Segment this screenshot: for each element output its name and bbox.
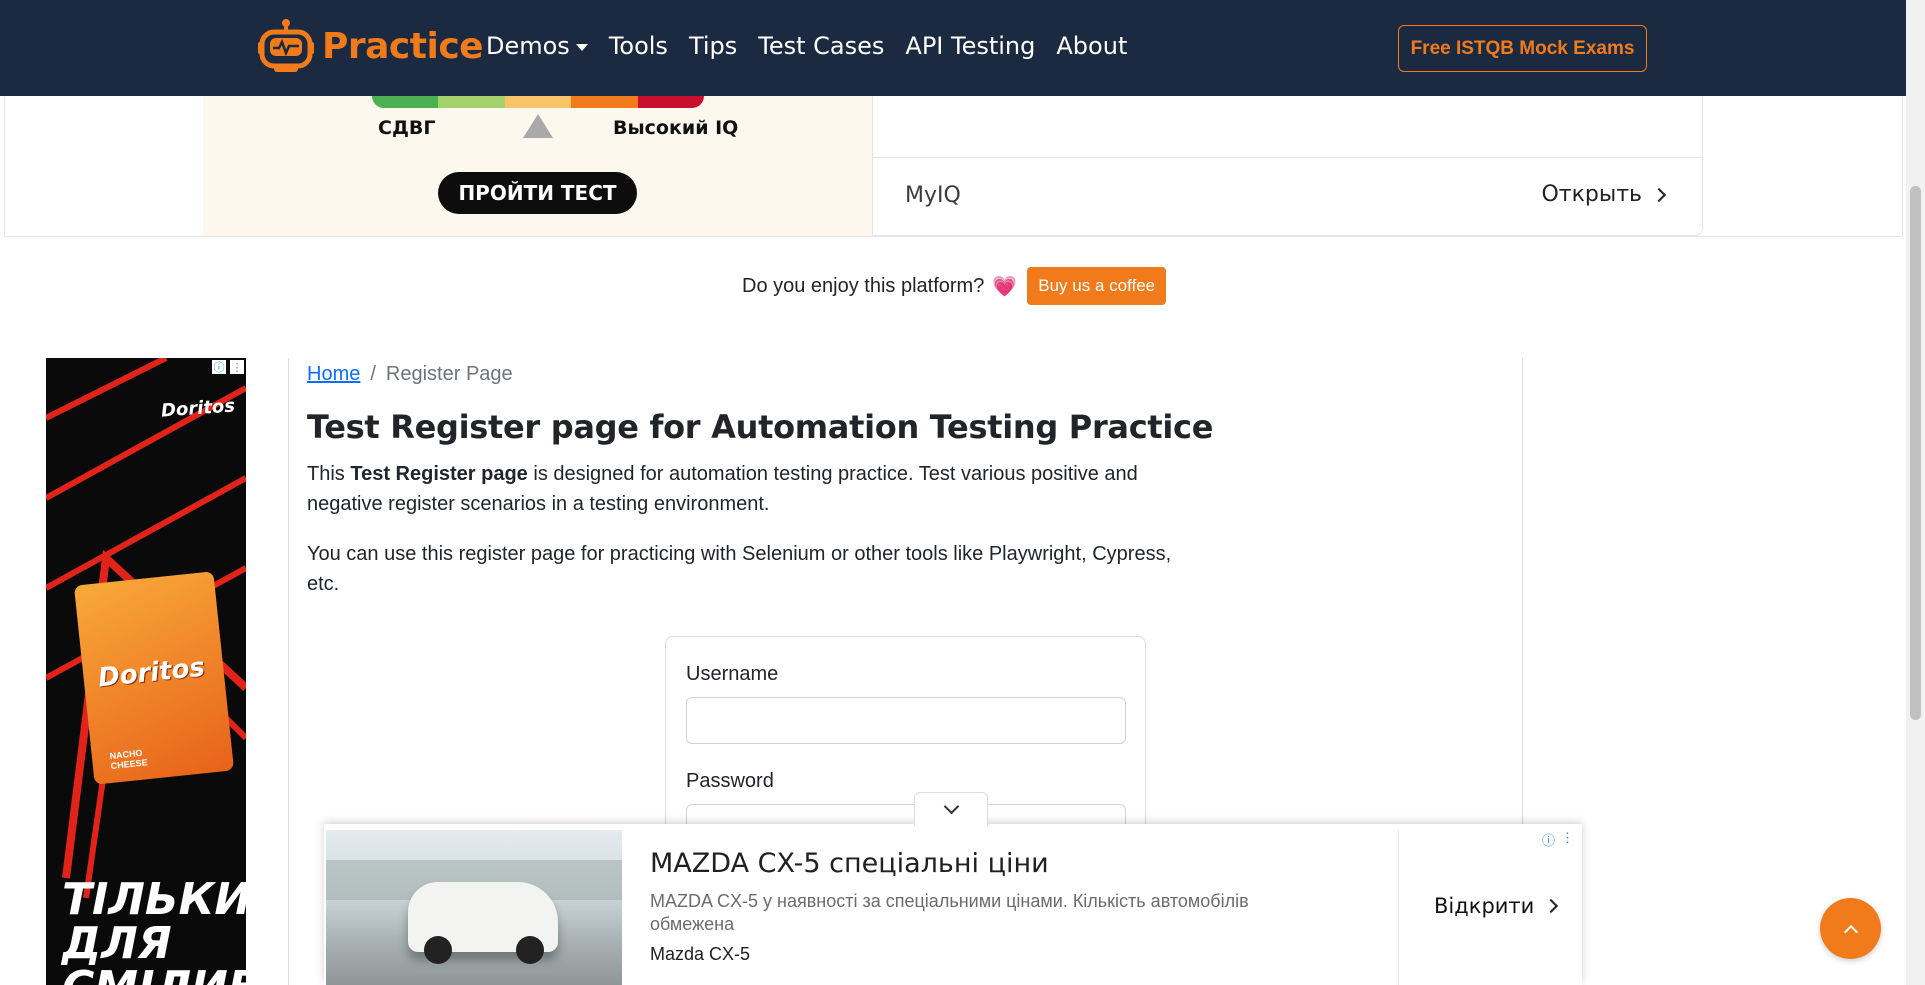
divider xyxy=(873,157,1702,158)
info-icon[interactable]: ⓘ xyxy=(212,360,226,374)
caret-down-icon xyxy=(575,43,588,51)
breadcrumb-home-link[interactable]: Home xyxy=(307,363,360,386)
more-options-icon[interactable]: ⋮ xyxy=(1561,830,1574,849)
ad-brand-name: MyIQ xyxy=(905,183,961,208)
chevron-right-icon xyxy=(1544,898,1559,914)
take-test-button[interactable]: ПРОЙТИ ТЕСТ xyxy=(438,172,637,214)
robot-logo-icon xyxy=(258,19,314,72)
ad-open-label: Відкрити xyxy=(1434,894,1535,918)
scale-segment xyxy=(438,96,505,108)
nav-about[interactable]: About xyxy=(1056,32,1127,60)
brand-name: Practice xyxy=(322,25,484,67)
support-row: Do you enjoy this platform? 💗 Buy us a c… xyxy=(742,267,1167,305)
chevron-down-icon xyxy=(943,798,959,815)
car-image xyxy=(326,830,622,985)
breadcrumb: Home / Register Page xyxy=(307,363,513,386)
page-scrollbar[interactable] xyxy=(1906,0,1925,985)
more-options-icon[interactable]: ⋮ xyxy=(230,360,244,374)
scale-segment xyxy=(372,96,439,108)
breadcrumb-separator: / xyxy=(370,363,376,385)
info-icon[interactable]: ⓘ xyxy=(1542,830,1555,849)
ad-open-button[interactable]: Открыть xyxy=(1541,182,1667,207)
left-sidebar-ad[interactable]: ⓘ ⋮ Doritos Doritos NACHO CHEESE ТІЛЬКИ … xyxy=(46,358,246,985)
nav-api-testing[interactable]: API Testing xyxy=(905,32,1035,60)
top-ad-side-panel: MyIQ Открыть xyxy=(872,96,1703,236)
intro-bold-text: Test Register page xyxy=(350,463,528,485)
scale-segment xyxy=(504,96,572,108)
divider xyxy=(1398,830,1399,985)
intro-paragraph: This Test Register page is designed for … xyxy=(307,459,1187,519)
username-input[interactable] xyxy=(686,697,1126,744)
ad-slogan: ТІЛЬКИ ДЛЯ СМІЛИВИХ xyxy=(62,874,246,985)
nav-tips[interactable]: Tips xyxy=(689,32,737,60)
collapse-ad-button[interactable] xyxy=(914,792,988,826)
scale-right-label: Высокий IQ xyxy=(613,117,739,139)
ad-description: MAZDA CX-5 у наявності за спеціальними ц… xyxy=(650,891,1249,934)
ad-title: MAZDA CX-5 спеціальні ціни xyxy=(650,848,1049,879)
tools-paragraph: You can use this register page for pract… xyxy=(307,543,1172,595)
istqb-mock-exams-button[interactable]: Free ISTQB Mock Exams xyxy=(1398,25,1647,72)
scale-left-label: СДВГ xyxy=(378,117,436,139)
chevron-right-icon xyxy=(1651,187,1667,202)
ad-info-controls: ⓘ ⋮ xyxy=(1542,830,1574,849)
buy-coffee-button[interactable]: Buy us a coffee xyxy=(1027,267,1167,305)
ad-open-label: Открыть xyxy=(1541,182,1642,207)
breadcrumb-current: Register Page xyxy=(385,363,513,385)
scale-segment xyxy=(571,96,638,108)
nav-menu: Demos Tools Tips Test Cases API Testing … xyxy=(486,32,1148,60)
scale-segment xyxy=(637,96,704,108)
ad-open-button[interactable]: Відкрити xyxy=(1434,894,1559,918)
scrollbar-thumb[interactable] xyxy=(1910,186,1921,720)
chevron-up-icon xyxy=(1843,924,1858,939)
navbar: Practice Demos Tools Tips Test Cases API… xyxy=(0,0,1906,96)
ad-info-controls: ⓘ ⋮ xyxy=(212,360,244,374)
ad-advertiser: Mazda CX-5 xyxy=(650,944,751,964)
nav-demos[interactable]: Demos xyxy=(486,32,588,60)
nav-tools[interactable]: Tools xyxy=(609,32,668,60)
nav-demos-label: Demos xyxy=(486,32,570,60)
back-to-top-button[interactable] xyxy=(1820,898,1881,959)
bottom-anchor-ad[interactable]: MAZDA CX-5 спеціальні ціни MAZDA CX-5 у … xyxy=(324,824,1582,985)
support-text: Do you enjoy this platform? xyxy=(742,274,985,297)
car-wheel xyxy=(424,936,452,964)
username-label: Username xyxy=(686,663,779,685)
nav-test-cases[interactable]: Test Cases xyxy=(758,32,884,60)
page-title: Test Register page for Automation Testin… xyxy=(307,408,1214,446)
intro-text: This xyxy=(307,463,351,485)
triangle-pointer-icon xyxy=(523,114,553,138)
car-wheel xyxy=(516,936,544,964)
register-form-card: Username Password xyxy=(665,636,1146,851)
heart-icon: 💗 xyxy=(992,275,1018,298)
brand-link[interactable]: Practice xyxy=(258,18,484,74)
password-label: Password xyxy=(686,770,774,792)
iq-scale-bar xyxy=(372,96,704,108)
